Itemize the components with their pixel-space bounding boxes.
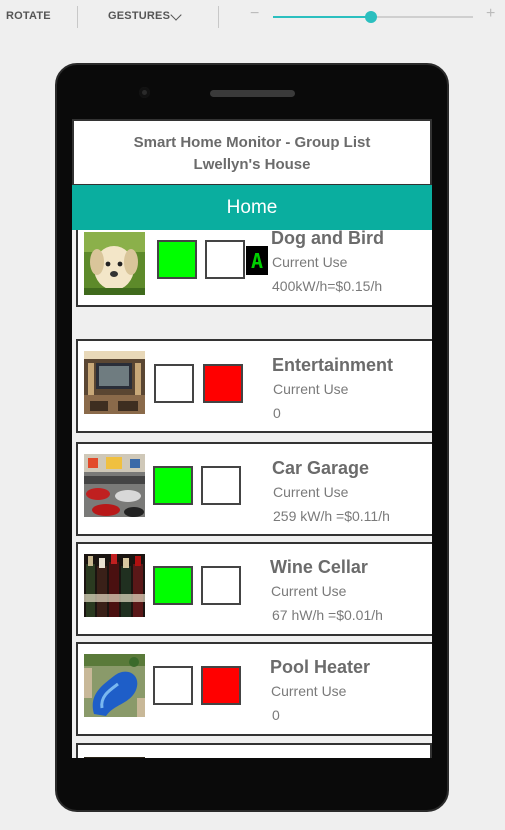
home-theater-photo xyxy=(84,351,145,414)
off-toggle[interactable] xyxy=(201,666,241,705)
app-header: Smart Home Monitor - Group List Lwellyn'… xyxy=(72,119,432,185)
group-name: Wine Cellar xyxy=(270,557,368,577)
a-badge: A xyxy=(246,246,268,275)
toolbar-divider xyxy=(218,6,219,28)
zoom-out-button[interactable]: − xyxy=(250,5,259,23)
tab-home[interactable]: Home xyxy=(72,185,432,230)
speaker-icon xyxy=(210,90,295,97)
group-card[interactable] xyxy=(76,743,432,758)
current-use-value: 400kW/h=$0.15/h xyxy=(272,278,383,294)
current-use-label: Current Use xyxy=(271,683,347,699)
group-photo xyxy=(84,757,145,758)
wine-bottles-photo xyxy=(84,554,145,617)
on-toggle[interactable] xyxy=(153,566,193,605)
gestures-button[interactable]: GESTURES xyxy=(108,10,170,22)
group-name: Car Garage xyxy=(272,458,370,478)
group-name: Entertainment xyxy=(272,355,394,375)
group-card[interactable]: Car Garage Current Use 259 kW/h =$0.11/h xyxy=(76,442,432,536)
group-card[interactable]: Wine Cellar Current Use 67 hW/h =$0.01/h xyxy=(76,542,432,636)
on-toggle[interactable] xyxy=(153,666,193,705)
current-use-value: 0 xyxy=(272,707,280,723)
current-use-label: Current Use xyxy=(271,583,347,599)
current-use-value: 67 hW/h =$0.01/h xyxy=(272,607,383,623)
puppy-photo xyxy=(84,232,145,295)
group-card[interactable]: A Dog and Bird Current Use 400kW/h=$0.15… xyxy=(76,230,432,307)
current-use-label: Current Use xyxy=(272,254,348,270)
camera-icon xyxy=(139,87,150,98)
house-name: Lwellyn's House xyxy=(193,156,311,173)
current-use-value: 259 kW/h =$0.11/h xyxy=(273,508,390,524)
car-garage-photo xyxy=(84,454,145,517)
off-toggle[interactable] xyxy=(201,466,241,505)
chevron-down-icon[interactable] xyxy=(170,9,182,21)
app-title: Smart Home Monitor - Group List xyxy=(133,134,371,151)
off-toggle[interactable] xyxy=(201,566,241,605)
on-toggle[interactable] xyxy=(153,466,193,505)
group-list: A Dog and Bird Current Use 400kW/h=$0.15… xyxy=(72,230,432,758)
group-card[interactable]: Entertainment Current Use 0 xyxy=(76,339,432,433)
current-use-value: 0 xyxy=(273,405,281,421)
current-use-label: Current Use xyxy=(273,381,349,397)
pool-photo xyxy=(84,654,145,717)
current-use-label: Current Use xyxy=(273,484,349,500)
emulator-toolbar: ROTATE GESTURES − + xyxy=(0,0,505,34)
zoom-slider-fill xyxy=(273,16,371,18)
on-toggle[interactable] xyxy=(154,364,194,403)
zoom-slider-thumb[interactable] xyxy=(365,11,377,23)
zoom-in-button[interactable]: + xyxy=(486,5,495,23)
off-toggle[interactable] xyxy=(205,240,245,279)
toolbar-divider xyxy=(77,6,78,28)
off-toggle[interactable] xyxy=(203,364,243,403)
zoom-slider[interactable] xyxy=(273,11,473,23)
phone-screen: Smart Home Monitor - Group List Lwellyn'… xyxy=(72,119,432,758)
group-name: Pool Heater xyxy=(270,657,371,677)
on-toggle[interactable] xyxy=(157,240,197,279)
rotate-button[interactable]: ROTATE xyxy=(6,10,51,22)
group-card[interactable]: Pool Heater Current Use 0 xyxy=(76,642,432,736)
group-name: Dog and Bird xyxy=(271,230,384,248)
